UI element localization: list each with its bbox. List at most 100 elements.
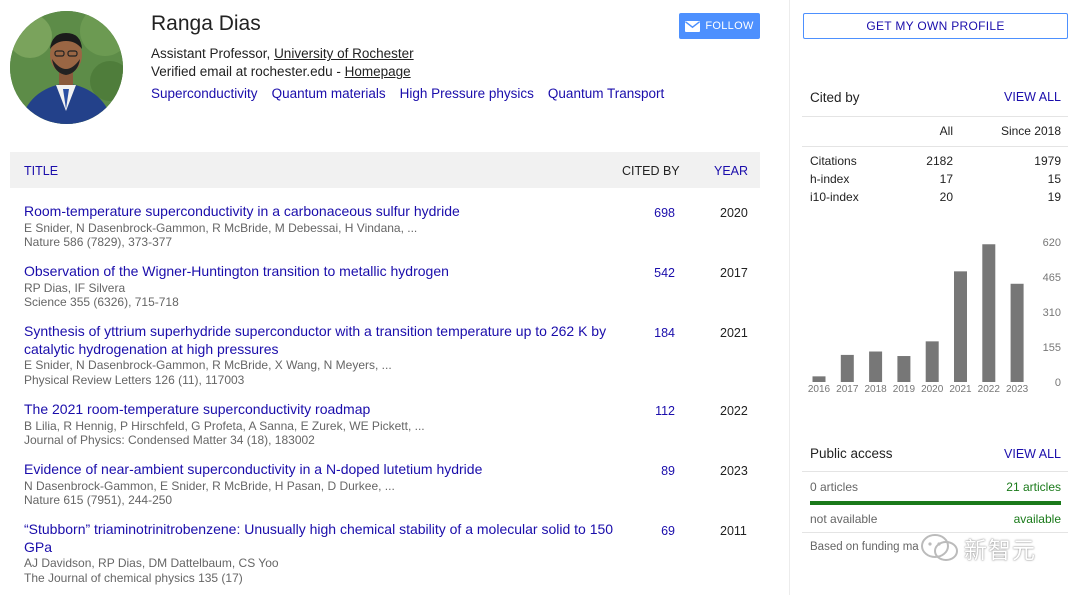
not-available-count: 0 articles [810, 480, 859, 494]
watermark: 新智元 [920, 531, 1036, 565]
not-available-label: not available [810, 512, 878, 526]
cited-count-link[interactable]: 112 [644, 404, 675, 418]
article-venue: Physical Review Letters 126 (11), 117003 [24, 372, 245, 387]
stats-row-i10-index: i10-index 20 19 [810, 190, 1061, 208]
chart-y-tick-label: 0 [1055, 377, 1061, 389]
stats-header-row: All Since 2018 [810, 124, 1061, 138]
chart-bar-2017[interactable] [840, 354, 854, 382]
chart-x-tick-label: 2016 [808, 384, 831, 395]
article-venue: Science 355 (6326), 715-718 [24, 295, 179, 309]
public-access-title: Public access [810, 446, 893, 461]
articles-table-header: TITLE CITED BY YEAR [10, 152, 760, 188]
cited-count-link[interactable]: 184 [644, 326, 675, 340]
article-authors: N Dasenbrock-Gammon, E Snider, R McBride… [24, 478, 395, 493]
article-venue: Journal of Physics: Condensed Matter 34 … [24, 433, 315, 447]
table-row: Synthesis of yttrium superhydride superc… [24, 323, 760, 401]
chart-x-tick-label: 2021 [949, 384, 972, 395]
article-authors: B Lilia, R Hennig, P Hirschfeld, G Profe… [24, 418, 425, 433]
chart-y-tick-label: 465 [1043, 272, 1061, 284]
chart-y-tick-label: 155 [1043, 342, 1061, 354]
stat-since: 19 [1047, 190, 1061, 204]
chart-x-tick-label: 2023 [1006, 384, 1029, 395]
research-interests: Superconductivity Quantum materials High… [151, 86, 664, 101]
chart-x-tick-label: 2019 [893, 384, 916, 395]
chart-x-tick-label: 2022 [978, 384, 1001, 395]
chart-y-tick-label: 620 [1043, 237, 1061, 249]
chart-bar-2020[interactable] [925, 341, 939, 382]
article-year: 2011 [720, 524, 747, 538]
stat-all: 2182 [926, 154, 953, 168]
verified-email-text: Verified email at rochester.edu - [151, 64, 345, 79]
watermark-text: 新智元 [964, 537, 1036, 563]
stat-label[interactable]: Citations [810, 154, 857, 168]
chart-bar-2022[interactable] [982, 244, 996, 382]
available-count: 21 articles [1006, 480, 1061, 494]
col-all-header: All [939, 124, 953, 138]
col-since-header: Since 2018 [1000, 124, 1061, 138]
citation-stats-table: All Since 2018 [810, 124, 1061, 138]
mail-icon [685, 20, 701, 32]
chart-bar-2019[interactable] [897, 356, 911, 382]
stats-row-citations: Citations 2182 1979 [810, 154, 1061, 172]
funding-mandates-text: Based on funding ma [810, 541, 919, 553]
article-authors: E Snider, N Dasenbrock-Gammon, R McBride… [24, 358, 392, 372]
article-year: 2017 [720, 266, 748, 280]
article-title-link[interactable]: Evidence of near-ambient superconductivi… [24, 461, 624, 479]
interest-link[interactable]: High Pressure physics [400, 86, 534, 101]
chart-bar-2023[interactable] [1010, 283, 1024, 382]
homepage-link[interactable]: Homepage [345, 64, 411, 79]
interest-link[interactable]: Quantum materials [272, 86, 386, 101]
stats-row-h-index: h-index 17 15 [810, 172, 1061, 190]
stat-label[interactable]: i10-index [810, 190, 859, 204]
chart-x-tick-label: 2020 [921, 384, 944, 395]
public-access-view-all-link[interactable]: VIEW ALL [1004, 447, 1061, 461]
article-venue: Nature 586 (7829), 373-377 [24, 235, 173, 249]
cited-by-view-all-link[interactable]: VIEW ALL [1004, 90, 1061, 104]
article-title-link[interactable]: Observation of the Wigner-Huntington tra… [24, 263, 624, 281]
citation-stats-rows: Citations 2182 1979 h-index 17 15 i10-in… [810, 154, 1061, 208]
article-title-link[interactable]: Room-temperature superconductivity in a … [24, 203, 624, 221]
cited-count-link[interactable]: 89 [644, 464, 675, 478]
divider [802, 471, 1068, 472]
article-authors: AJ Davidson, RP Dias, DM Dattelbaum, CS … [24, 556, 279, 570]
affiliation-link[interactable]: University of Rochester [274, 46, 414, 61]
stat-label[interactable]: h-index [810, 172, 849, 186]
table-row: Evidence of near-ambient superconductivi… [24, 461, 760, 521]
position-title: Assistant Professor, [151, 46, 275, 61]
chart-bar-2021[interactable] [954, 271, 967, 382]
chart-bar-2016[interactable] [812, 376, 826, 382]
profile-email: Verified email at rochester.edu - Homepa… [151, 64, 411, 79]
article-venue: The Journal of chemical physics 135 (17) [24, 570, 243, 585]
follow-label: FOLLOW [705, 20, 754, 32]
cited-by-title: Cited by [810, 90, 860, 105]
get-my-own-profile-button[interactable]: GET MY OWN PROFILE [803, 13, 1068, 39]
profile-name: Ranga Dias [151, 12, 261, 35]
table-row: The 2021 room-temperature superconductiv… [24, 401, 760, 461]
divider [802, 146, 1068, 147]
article-venue: Nature 615 (7951), 244-250 [24, 493, 173, 507]
wechat-logo-icon [921, 534, 958, 561]
table-row: Room-temperature superconductivity in a … [24, 203, 760, 263]
article-authors: RP Dias, IF Silvera [24, 280, 126, 295]
stat-all: 17 [939, 172, 953, 186]
chart-bar-2018[interactable] [869, 351, 883, 382]
sort-by-title[interactable]: TITLE [24, 164, 58, 178]
table-row: Observation of the Wigner-Huntington tra… [24, 263, 760, 323]
profile-affiliation: Assistant Professor, University of Roche… [151, 46, 414, 61]
sort-by-year[interactable]: YEAR [714, 164, 748, 178]
profile-avatar [10, 11, 123, 124]
table-row: “Stubborn” triaminotrinitrobenzene: Unus… [24, 521, 760, 595]
cited-count-link[interactable]: 698 [644, 206, 675, 220]
article-year: 2021 [720, 326, 748, 340]
chart-x-tick-label: 2018 [864, 384, 887, 395]
follow-button[interactable]: FOLLOW [679, 13, 760, 39]
article-title-link[interactable]: Synthesis of yttrium superhydride superc… [24, 323, 624, 358]
article-title-link[interactable]: The 2021 room-temperature superconductiv… [24, 401, 624, 419]
interest-link[interactable]: Quantum Transport [548, 86, 664, 101]
cited-by-header[interactable]: CITED BY [622, 164, 680, 178]
article-title-link[interactable]: “Stubborn” triaminotrinitrobenzene: Unus… [24, 521, 624, 556]
interest-link[interactable]: Superconductivity [151, 86, 258, 101]
cited-count-link[interactable]: 69 [644, 524, 675, 538]
cited-count-link[interactable]: 542 [644, 266, 675, 280]
divider [802, 116, 1068, 117]
